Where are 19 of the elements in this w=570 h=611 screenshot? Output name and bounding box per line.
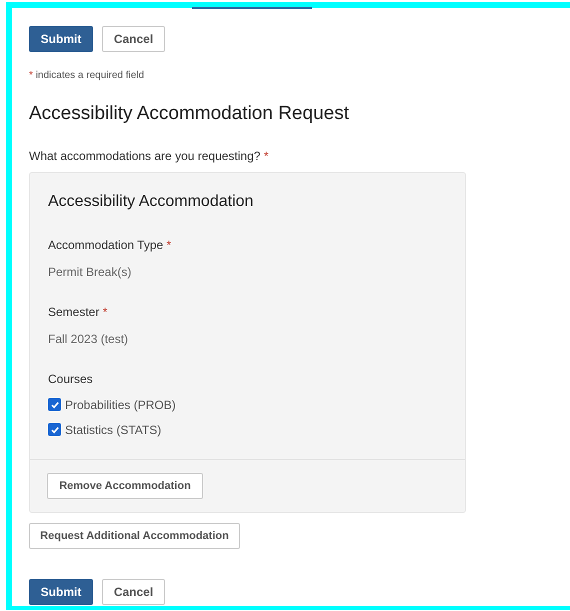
cancel-button[interactable]: Cancel [102, 26, 165, 52]
add-accommodation-button[interactable]: Request Additional Accommodation [29, 522, 240, 549]
submit-button[interactable]: Submit [29, 26, 93, 52]
page-title: Accessibility Accommodation Request [29, 102, 350, 126]
cancel-button[interactable]: Cancel [102, 578, 165, 605]
course-label: Probabilities (PROB) [65, 396, 176, 414]
field-value: Fall 2023 (test) [48, 330, 130, 348]
submit-button[interactable]: Submit [29, 578, 93, 605]
required-note: * indicates a required field [29, 69, 146, 83]
course-label: Statistics (STATS) [65, 422, 162, 438]
field-label: Accommodation Type * [48, 236, 172, 254]
field-label: Semester * [48, 304, 108, 320]
card-title: Accessibility Accommodation [48, 192, 254, 212]
question-label: What accommodations are you requesting? * [29, 148, 270, 164]
checkbox[interactable] [48, 398, 61, 411]
field-value: Permit Break(s) [48, 264, 132, 280]
courses-label: Courses [48, 370, 94, 388]
remove-accommodation-button[interactable]: Remove Accommodation [47, 472, 203, 499]
checkbox[interactable] [48, 423, 61, 436]
